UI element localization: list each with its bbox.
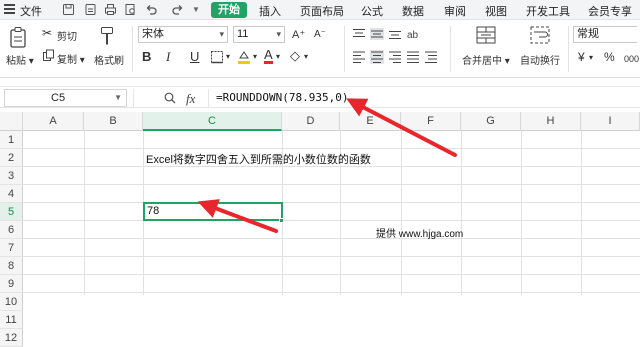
increase-font-icon[interactable]: A⁺ <box>292 28 305 42</box>
tab-member[interactable]: 会员专享 <box>588 3 632 19</box>
tab-home[interactable]: 开始 <box>211 2 247 18</box>
merge-label: 合并居中 <box>462 56 502 67</box>
ribbon-separator <box>132 26 133 72</box>
wrap-text-button[interactable]: 自动换行 <box>520 52 560 67</box>
tab-formulas[interactable]: 公式 <box>361 3 383 19</box>
active-cell-c5[interactable]: 78 <box>143 202 283 221</box>
chevron-down-icon[interactable]: ▾ <box>276 52 280 61</box>
tab-data[interactable]: 数据 <box>402 3 424 19</box>
chevron-down-icon: ▾ <box>276 29 281 39</box>
bold-button[interactable]: B <box>142 50 151 64</box>
chevron-down-icon: ▾ <box>219 29 224 39</box>
menu-bar: 文件 ▼ 开始 插入 页面布局 公式 数据 审阅 视图 开发工具 会员专享 <box>0 0 640 20</box>
cell-c5-value: 78 <box>147 205 160 217</box>
vertical-align-icons[interactable]: ab <box>352 28 422 40</box>
currency-format-icon[interactable]: ¥ <box>578 50 585 64</box>
ribbon-toolbar: 粘贴 ▾ ✂ 剪切 复制 ▾ 格式刷 宋体 ▾ 11 ▾ A⁺ A⁻ B I U ▾… <box>0 20 640 78</box>
print-icon[interactable] <box>104 3 117 16</box>
print-preview-icon[interactable] <box>124 3 137 16</box>
copy-icon[interactable] <box>42 49 55 62</box>
formula-input[interactable]: =ROUNDDOWN(78.935,0) <box>216 89 348 107</box>
paste-label: 粘贴 <box>6 56 26 67</box>
chevron-down-icon: ▼ <box>114 93 122 102</box>
name-box[interactable]: C5 ▼ <box>4 89 127 107</box>
horizontal-align-icons[interactable] <box>352 50 440 64</box>
row-header-12[interactable]: 12 <box>0 329 23 347</box>
cell-c2[interactable]: Excel将数字四舍五入到所需的小数位数的函数 <box>146 151 371 167</box>
tab-view[interactable]: 视图 <box>485 3 507 19</box>
italic-button[interactable]: I <box>166 50 170 64</box>
merge-center-button[interactable]: 合并居中 ▾ <box>462 52 510 67</box>
number-format-value: 常规 <box>577 28 599 40</box>
zoom-search-icon[interactable] <box>164 92 176 104</box>
cut-button[interactable]: 剪切 <box>57 28 77 43</box>
paste-icon[interactable] <box>9 26 27 48</box>
insert-function-button[interactable]: fx <box>186 91 195 107</box>
ribbon-separator <box>568 26 569 72</box>
scissors-icon[interactable]: ✂ <box>42 26 52 40</box>
redo-icon[interactable] <box>171 3 184 16</box>
formula-bar: C5 ▼ fx =ROUNDDOWN(78.935,0) <box>0 86 640 108</box>
decrease-font-icon[interactable]: A⁻ <box>314 28 326 42</box>
format-painter-button[interactable]: 格式刷 <box>94 52 124 67</box>
font-name-value: 宋体 <box>142 28 164 40</box>
percent-format-icon[interactable]: % <box>604 50 615 64</box>
thousands-separator-icon[interactable]: 000 <box>624 52 639 66</box>
copy-button[interactable]: 复制 ▾ <box>57 51 85 66</box>
quick-access-dropdown-icon[interactable]: ▼ <box>192 5 200 14</box>
fill-color-icon[interactable] <box>237 50 251 64</box>
row-header-11[interactable]: 11 <box>0 311 23 329</box>
tab-developer[interactable]: 开发工具 <box>526 3 570 19</box>
row-header-10[interactable]: 10 <box>0 293 23 311</box>
chevron-down-icon[interactable]: ▾ <box>589 53 593 62</box>
font-size-select[interactable]: 11 ▾ <box>233 26 285 43</box>
tab-review[interactable]: 审阅 <box>444 3 466 19</box>
svg-text:ab: ab <box>407 30 419 40</box>
hamburger-menu-icon[interactable] <box>4 4 15 15</box>
ribbon-separator <box>344 26 345 72</box>
menu-file[interactable]: 文件 <box>20 3 42 19</box>
export-pdf-icon[interactable] <box>84 3 97 16</box>
underline-button[interactable]: U <box>190 50 199 64</box>
fill-handle[interactable] <box>279 218 284 223</box>
border-icon[interactable] <box>210 50 224 64</box>
cell-e7-credit: 提供 www.hjga.com <box>376 229 464 240</box>
tab-page-layout[interactable]: 页面布局 <box>300 3 344 19</box>
chevron-down-icon[interactable]: ▾ <box>253 52 257 61</box>
fx-area: fx <box>133 89 209 107</box>
merge-center-icon[interactable] <box>476 26 496 44</box>
spreadsheet-grid[interactable]: A B C D E F G H I 1 2 3 4 5 6 7 8 9 10 1… <box>0 112 640 347</box>
font-size-value: 11 <box>237 28 249 40</box>
chevron-down-icon[interactable]: ▾ <box>226 52 230 61</box>
format-painter-icon[interactable] <box>100 26 114 46</box>
paste-button[interactable]: 粘贴 ▾ <box>6 52 34 67</box>
font-color-icon[interactable]: A <box>264 48 273 64</box>
cell-gridlines <box>23 131 640 295</box>
number-format-select[interactable]: 常规 <box>573 26 637 43</box>
clear-format-icon[interactable]: ◇ <box>290 49 300 63</box>
cell-reference: C5 <box>51 92 66 104</box>
font-name-select[interactable]: 宋体 ▾ <box>138 26 228 43</box>
ribbon-separator <box>450 26 451 72</box>
tab-insert[interactable]: 插入 <box>259 3 281 19</box>
copy-label: 复制 <box>57 55 77 66</box>
save-icon[interactable] <box>62 3 75 16</box>
wrap-text-icon[interactable] <box>530 26 550 44</box>
chevron-down-icon[interactable]: ▾ <box>304 52 308 61</box>
undo-icon[interactable] <box>145 3 158 16</box>
